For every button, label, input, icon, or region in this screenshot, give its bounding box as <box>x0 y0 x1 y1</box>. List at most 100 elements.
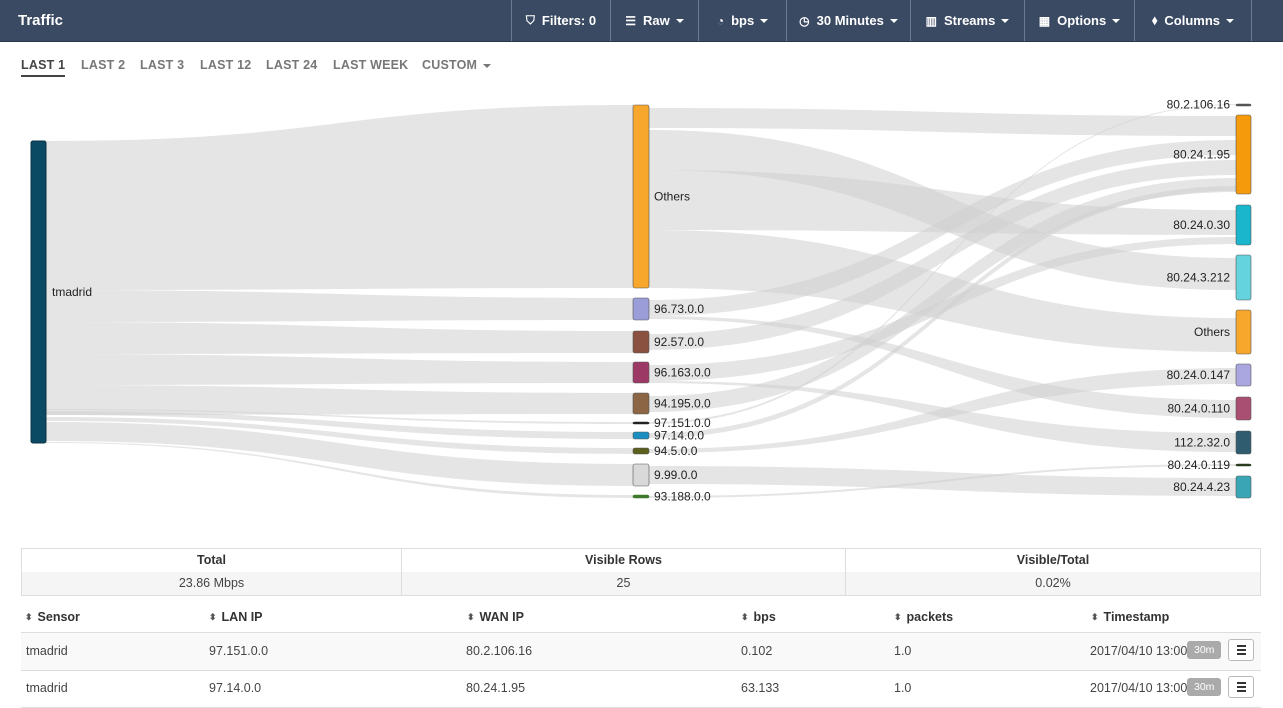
clock-icon: ◷ <box>799 13 810 28</box>
sankey-node-wan[interactable] <box>1235 309 1252 355</box>
raw-button[interactable]: ☰ Raw <box>610 0 698 41</box>
tab-custom[interactable]: CUSTOM <box>422 58 492 72</box>
filters-0-button[interactable]: ⛉ Filters: 0 <box>511 0 610 41</box>
tab-last-2[interactable]: LAST 2 <box>81 58 125 72</box>
toolbar-label: Raw <box>643 13 670 28</box>
column-label: LAN IP <box>221 610 263 624</box>
sankey-node-lan[interactable] <box>632 104 650 289</box>
sankey-node-wan[interactable] <box>1235 114 1252 195</box>
sankey-node-wan[interactable] <box>1235 204 1252 246</box>
cell-bps: 63.133 <box>741 681 780 695</box>
tab-last-24[interactable]: LAST 24 <box>266 58 317 72</box>
cell-lan-ip: 97.151.0.0 <box>209 644 269 658</box>
table-row[interactable]: tmadrid 97.14.0.0 80.24.1.95 63.133 1.0 2017/… <box>21 670 1261 708</box>
sankey-label-wan: 80.24.1.95 <box>1173 148 1230 162</box>
tab-last-12[interactable]: LAST 12 <box>200 58 251 72</box>
summary-visible-rows-header: Visible Rows <box>585 553 662 567</box>
sankey-label-lan: 96.163.0.0 <box>654 366 711 380</box>
sankey-node-wan[interactable] <box>1235 430 1252 455</box>
sankey-node-lan[interactable] <box>632 494 650 499</box>
sankey-node-wan[interactable] <box>1235 463 1252 467</box>
summary-total: Total 23.86 Mbps <box>22 549 401 595</box>
summary-visible-total-header: Visible/Total <box>1016 553 1090 567</box>
tab-label: LAST 2 <box>81 58 126 72</box>
time-window-badge[interactable]: 30m <box>1187 641 1222 659</box>
row-details-button[interactable] <box>1228 639 1254 661</box>
bar-chart-icon: ▥ <box>925 13 938 28</box>
sankey-label-lan: 93.188.0.0 <box>654 490 711 504</box>
sankey-link-sensor-lan <box>46 354 633 385</box>
sankey-label-wan: 80.24.0.147 <box>1167 368 1231 382</box>
sankey-label-wan: 80.24.3.212 <box>1167 271 1231 285</box>
sankey-node-lan[interactable] <box>632 447 650 455</box>
sankey-link-sensor-lan <box>46 385 633 415</box>
chevron-down-icon <box>483 63 492 68</box>
sankey-node-lan[interactable] <box>632 361 650 384</box>
sankey-label-lan: 9.99.0.0 <box>654 468 698 482</box>
sankey-link-sensor-lan <box>46 322 633 354</box>
sankey-node-wan[interactable] <box>1235 254 1252 301</box>
row-details-button[interactable] <box>1228 676 1254 698</box>
sankey-node-lan[interactable] <box>632 330 650 354</box>
sankey-node-lan[interactable] <box>632 297 650 321</box>
sankey-node-wan[interactable] <box>1235 396 1252 421</box>
summary-visible-rows: Visible Rows 25 <box>401 549 845 595</box>
grid-header: ⬍ Sensor ⬍ LAN IP ⬍ WAN IP ⬍ bps ⬍ packets ⬍ Timest… <box>21 605 1261 634</box>
sort-icon: ⬍ <box>1091 612 1099 622</box>
cell-bps: 0.102 <box>741 644 773 658</box>
chevron-down-icon <box>1226 18 1235 23</box>
summary-table: Total 23.86 Mbps Visible Rows 25 Visible… <box>21 548 1261 596</box>
column-label: Sensor <box>37 610 80 624</box>
chevron-down-icon <box>675 18 684 23</box>
sankey-label-lan: 94.195.0.0 <box>654 397 711 411</box>
column-header-lan-ip[interactable]: ⬍ LAN IP <box>209 610 263 624</box>
column-label: WAN IP <box>479 610 524 624</box>
sankey-node-lan[interactable] <box>632 421 650 425</box>
sankey-node-wan[interactable] <box>1235 103 1252 107</box>
cell-timestamp: 2017/04/10 13:00 <box>1090 681 1188 695</box>
sankey-node-lan[interactable] <box>632 463 650 487</box>
sankey-node-wan[interactable] <box>1235 475 1252 499</box>
30-minutes-button[interactable]: ◷ 30 Minutes <box>786 0 910 41</box>
toolbar-label: Streams <box>944 13 996 28</box>
table-row[interactable]: tmadrid 97.151.0.0 80.2.106.16 0.102 1.0 2017… <box>21 633 1261 671</box>
list-icon: ☰ <box>625 13 637 28</box>
time-window-badge[interactable]: 30m <box>1187 678 1222 696</box>
columns-button[interactable]: ⬧ Columns <box>1134 0 1252 41</box>
sankey-node-wan[interactable] <box>1235 363 1252 387</box>
sankey-label-lan: 97.14.0.0 <box>654 429 704 443</box>
chevron-down-icon <box>1112 18 1121 23</box>
cell-timestamp: 2017/04/10 13:00 <box>1090 644 1188 658</box>
sankey-node-lan[interactable] <box>632 392 650 415</box>
chevron-down-icon <box>1001 18 1010 23</box>
sankey-link-sensor-lan <box>46 290 633 322</box>
column-header-sensor[interactable]: ⬍ Sensor <box>25 610 80 624</box>
sankey-label-lan: 92.57.0.0 <box>654 335 704 349</box>
options-button[interactable]: ▦ Options <box>1024 0 1134 41</box>
summary-visible-total-value: 0.02% <box>846 572 1260 595</box>
list-icon <box>1229 640 1253 660</box>
column-header-packets[interactable]: ⬍ packets <box>894 610 953 624</box>
streams-button[interactable]: ▥ Streams <box>910 0 1024 41</box>
tab-last-week[interactable]: LAST WEEK <box>333 58 408 72</box>
sankey-link-lan-wan <box>649 108 1236 136</box>
sankey-node-sensor[interactable] <box>30 140 47 444</box>
sort-icon: ⬍ <box>741 612 749 622</box>
tab-last-1[interactable]: LAST 1 <box>21 58 66 77</box>
sankey-label-lan: Others <box>654 190 690 204</box>
bps-button[interactable]: ◔ bps <box>698 0 786 41</box>
column-label: packets <box>906 610 954 624</box>
sort-icon: ⬍ <box>894 612 902 622</box>
top-navbar: Traffic ⛉ Filters: 0 ☰ Raw ◔ bps ◷ 30 Minutes ▥ S… <box>0 0 1283 42</box>
tab-label: LAST 12 <box>200 58 252 72</box>
cell-packets: 1.0 <box>894 644 912 658</box>
filter-icon: ⛉ <box>525 13 535 27</box>
sankey-node-lan[interactable] <box>632 431 650 440</box>
cell-lan-ip: 97.14.0.0 <box>209 681 262 695</box>
sort-icon: ⬍ <box>467 612 475 622</box>
column-header-wan-ip[interactable]: ⬍ WAN IP <box>467 610 524 624</box>
column-header-bps[interactable]: ⬍ bps <box>741 610 776 624</box>
gauge-icon: ◔ <box>716 13 725 28</box>
tab-last-3[interactable]: LAST 3 <box>140 58 184 72</box>
column-header-timestamp[interactable]: ⬍ Timestamp <box>1091 610 1169 624</box>
